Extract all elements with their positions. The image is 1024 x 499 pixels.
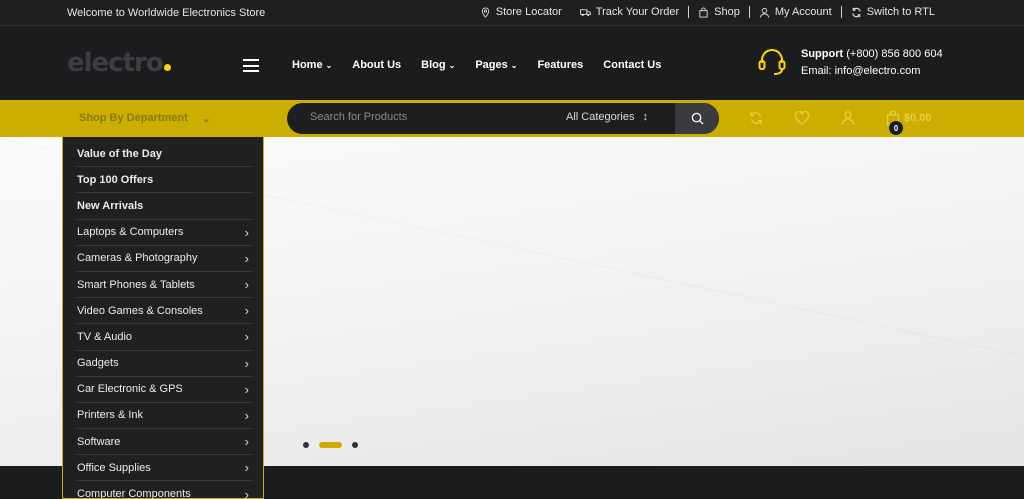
slider-dot[interactable] — [303, 442, 309, 448]
shop-label: Shop — [714, 6, 740, 18]
sync-icon — [851, 7, 861, 17]
department-menu-item[interactable]: Cameras & Photography › — [77, 246, 253, 272]
nav-features[interactable]: Features — [537, 59, 583, 71]
department-menu-item[interactable]: Software › — [77, 429, 253, 456]
top-bar: Welcome to Worldwide Electronics Store S… — [0, 0, 1024, 26]
department-menu-item[interactable]: Printers & Ink › — [77, 403, 253, 430]
chevron-right-icon: › — [244, 407, 249, 423]
department-menu-item[interactable]: Car Electronic & GPS › — [77, 377, 253, 403]
department-menu-item-label: Printers & Ink — [77, 409, 144, 422]
user-icon — [759, 7, 769, 18]
nav-home[interactable]: Home ⌄ — [292, 59, 332, 71]
nav-about-us[interactable]: About Us — [352, 59, 401, 71]
department-menu-item[interactable]: New Arrivals — [77, 193, 253, 220]
nav-contact-us[interactable]: Contact Us — [603, 59, 661, 71]
chevron-right-icon: › — [244, 277, 249, 293]
chevron-right-icon: › — [244, 224, 249, 240]
department-menu-item[interactable]: Computer Components › — [77, 481, 253, 499]
department-menu-item-label: TV & Audio — [77, 330, 133, 343]
cart-count-badge: 0 — [889, 121, 903, 135]
department-menu-item-label: Computer Components — [77, 488, 191, 499]
header-action-icons — [748, 110, 856, 126]
support-phone: (+800) 856 800 604 — [846, 48, 943, 60]
slider-dot[interactable] — [352, 442, 358, 448]
department-menu-item-label: Top 100 Offers — [77, 173, 154, 186]
chevron-right-icon: › — [244, 434, 249, 450]
search-icon — [691, 112, 704, 125]
department-search-bar: Shop By Department⌄ All Categories↕ $0.0… — [0, 100, 1024, 137]
my-account-label: My Account — [774, 6, 832, 18]
headset-icon — [758, 49, 786, 75]
logo-dot — [163, 64, 171, 71]
chevron-right-icon: › — [244, 460, 249, 476]
account-user-icon[interactable] — [840, 110, 856, 126]
department-menu-item[interactable]: Value of the Day — [77, 141, 253, 168]
department-menu-item-label: Car Electronic & GPS — [77, 383, 183, 396]
chevron-right-icon: › — [244, 303, 249, 319]
select-arrows-icon: ↕ — [642, 111, 648, 123]
chevron-down-icon: ⌄ — [448, 60, 456, 70]
support-label: Support — [801, 48, 844, 60]
cart-total: $0.00 — [904, 112, 932, 124]
department-menu-item[interactable]: Gadgets › — [77, 351, 253, 377]
department-menu-item-label: Video Games & Consoles — [77, 304, 203, 317]
wishlist-heart-icon[interactable] — [794, 110, 810, 126]
support-block: Support (+800) 856 800 604 Email: info@e… — [756, 46, 943, 80]
my-account-link[interactable]: My Account — [750, 6, 841, 18]
mini-cart[interactable]: $0.00 0 — [886, 110, 932, 135]
slider-pagination — [303, 442, 358, 448]
compare-icon[interactable] — [748, 110, 764, 126]
chevron-right-icon: › — [244, 486, 249, 499]
track-order-label: Track Your Order — [595, 6, 680, 18]
nav-blog[interactable]: Blog ⌄ — [421, 59, 455, 71]
department-menu-item[interactable]: Smart Phones & Tablets › — [77, 272, 253, 299]
truck-icon — [579, 8, 591, 16]
department-menu-item-label: Gadgets — [77, 357, 119, 370]
chevron-down-icon: ⌄ — [325, 60, 333, 70]
track-order-link[interactable]: Track Your Order — [571, 6, 688, 18]
shop-by-department-toggle[interactable]: Shop By Department ⌄ — [79, 112, 211, 125]
site-logo[interactable]: electro — [67, 48, 171, 78]
department-menu-item-label: Cameras & Photography — [77, 252, 198, 265]
switch-rtl-label: Switch to RTL — [866, 6, 935, 18]
chevron-right-icon: › — [244, 250, 249, 266]
chevron-down-icon: ⌄ — [510, 60, 518, 70]
slider-dot-active[interactable] — [319, 442, 342, 448]
search-button[interactable] — [675, 103, 719, 134]
chevron-right-icon: › — [244, 381, 249, 397]
support-email: Email: info@electro.com — [801, 65, 921, 77]
department-menu-item[interactable]: Office Supplies › — [77, 455, 253, 482]
chevron-down-icon: ⌄ — [201, 113, 212, 125]
search-input[interactable] — [310, 111, 550, 123]
main-header: electro Home ⌄ About Us Blog ⌄ Pages ⌄ Feat… — [0, 26, 1024, 100]
department-menu-item-label: Laptops & Computers — [77, 226, 184, 239]
department-menu-item[interactable]: TV & Audio › — [77, 324, 253, 351]
welcome-text: Welcome to Worldwide Electronics Store — [67, 7, 266, 19]
store-locator-link[interactable]: Store Locator — [471, 6, 571, 18]
department-menu-item[interactable]: Laptops & Computers › — [77, 220, 253, 246]
category-select[interactable]: All Categories ↕ — [566, 111, 648, 123]
nav-pages[interactable]: Pages ⌄ — [475, 59, 517, 71]
department-menu-item-label: Software — [77, 435, 121, 448]
main-nav: Home ⌄ About Us Blog ⌄ Pages ⌄ Features Con… — [292, 59, 681, 71]
department-menu-item-label: Office Supplies — [77, 461, 151, 474]
department-menu-item-label: New Arrivals — [77, 199, 144, 212]
search-form: All Categories↕ — [287, 103, 719, 134]
department-menu-item[interactable]: Top 100 Offers — [77, 167, 253, 194]
department-menu-item[interactable]: Video Games & Consoles › — [77, 298, 253, 325]
menu-hamburger-icon[interactable] — [243, 59, 259, 72]
map-pin-icon — [481, 6, 489, 18]
shop-link[interactable]: Shop — [689, 6, 749, 18]
top-links: Store Locator Track Your Order Shop My A… — [471, 6, 944, 18]
chevron-right-icon: › — [244, 355, 249, 371]
department-menu-item-label: Value of the Day — [77, 147, 162, 160]
store-locator-label: Store Locator — [495, 6, 562, 18]
department-menu: Value of the Day Top 100 Offers New Arriva… — [62, 137, 264, 499]
bag-icon — [699, 6, 708, 18]
switch-rtl-link[interactable]: Switch to RTL — [842, 6, 944, 18]
department-menu-item-label: Smart Phones & Tablets — [77, 278, 195, 291]
chevron-right-icon: › — [244, 329, 249, 345]
